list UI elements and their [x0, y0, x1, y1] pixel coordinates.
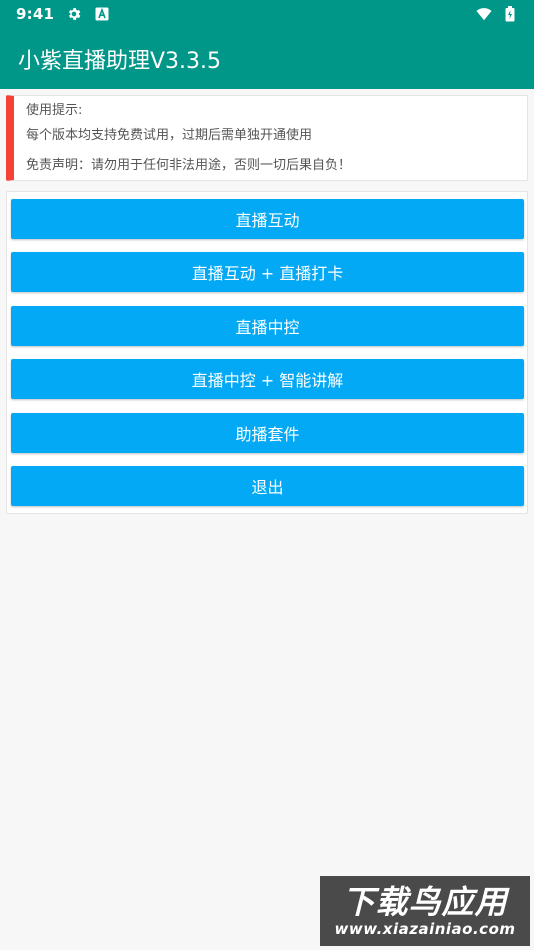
status-time: 9:41 — [16, 5, 55, 23]
wifi-icon — [476, 6, 492, 22]
gear-icon — [66, 6, 82, 22]
button-panel: 直播互动 直播互动 + 直播打卡 直播中控 直播中控 + 智能讲解 助播套件 退… — [6, 191, 528, 514]
notice-title: 使用提示: — [26, 103, 83, 118]
assistant-kit-button[interactable]: 助播套件 — [11, 413, 524, 453]
notice-disclaimer: 免责声明：请勿用于任何非法用途，否则一切后果自负！ — [26, 158, 352, 173]
watermark-logo: 下载鸟应用 www.xiazainiao.com — [320, 876, 530, 946]
status-bar-right — [476, 6, 518, 22]
live-interaction-button[interactable]: 直播互动 — [11, 199, 524, 239]
a-badge-icon — [94, 6, 110, 22]
watermark-title: 下载鸟应用 — [342, 883, 508, 921]
watermark-url: www.xiazainiao.com — [334, 920, 516, 938]
live-control-button[interactable]: 直播中控 — [11, 306, 524, 346]
live-interaction-checkin-button[interactable]: 直播互动 + 直播打卡 — [11, 252, 524, 292]
live-control-smart-explain-button[interactable]: 直播中控 + 智能讲解 — [11, 359, 524, 399]
battery-icon — [502, 6, 518, 22]
exit-button[interactable]: 退出 — [11, 466, 524, 506]
status-bar-left: 9:41 — [16, 5, 110, 23]
app-title: 小紫直播助理V3.3.5 — [18, 48, 222, 74]
notice-card: 使用提示: 每个版本均支持免费试用，过期后需单独开通使用 免责声明：请勿用于任何… — [6, 95, 528, 181]
app-bar: 小紫直播助理V3.3.5 — [0, 28, 534, 89]
status-bar: 9:41 — [0, 0, 534, 28]
notice-description: 每个版本均支持免费试用，过期后需单独开通使用 — [26, 128, 313, 143]
